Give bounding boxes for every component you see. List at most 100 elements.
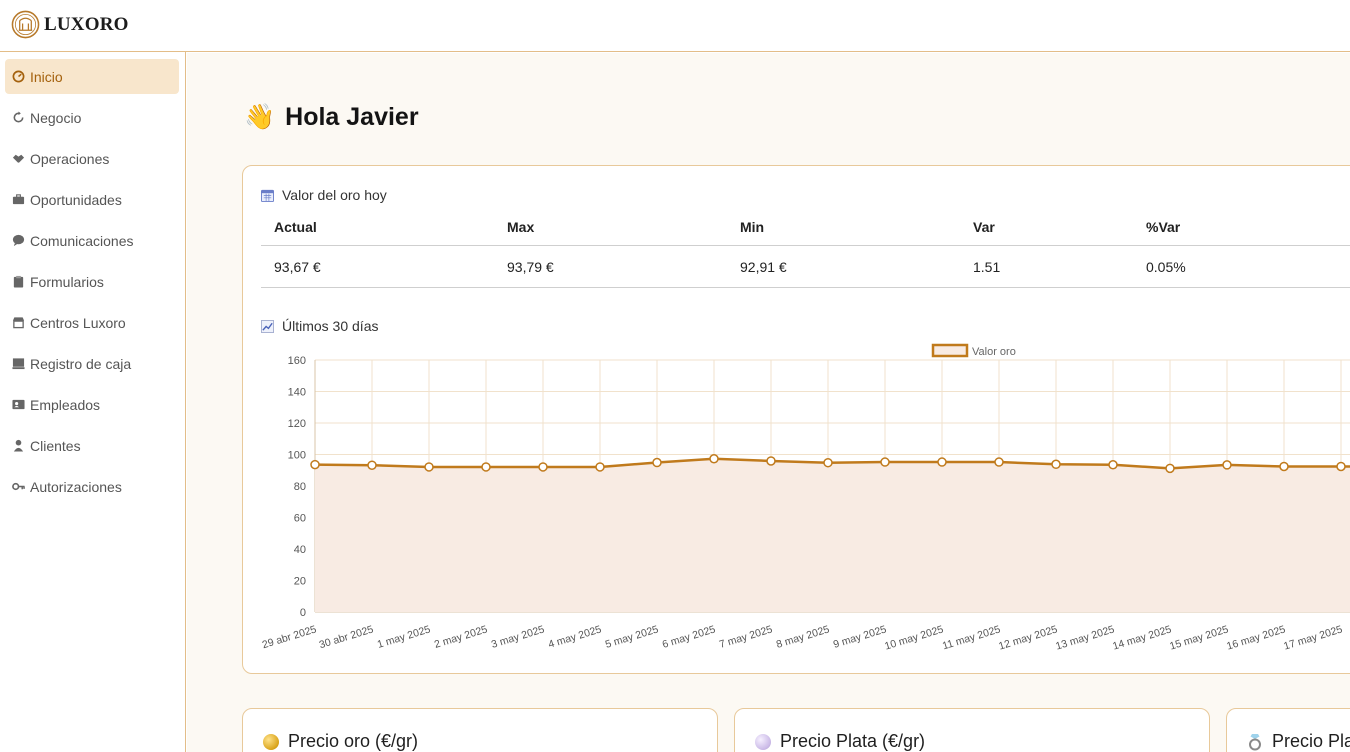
- gold-value-table: Actual Max Min Var %Var 93,67 € 93,79 € …: [261, 206, 1350, 288]
- sidebar: Inicio Negocio Operaciones Oportunidades…: [0, 52, 186, 752]
- x-tick-label: 12 may 2025: [997, 623, 1059, 652]
- cash-register-icon: [12, 358, 25, 370]
- x-tick-label: 15 may 2025: [1168, 623, 1230, 652]
- y-tick-label: 40: [294, 544, 306, 556]
- sidebar-item-registro-caja[interactable]: Registro de caja: [5, 346, 179, 381]
- column-header-var: Var: [973, 219, 995, 235]
- sidebar-item-label: Autorizaciones: [30, 478, 122, 495]
- key-icon: [12, 482, 25, 491]
- handshake-icon: [12, 154, 25, 163]
- cell-min: 92,91 €: [740, 259, 787, 275]
- series-area-fill: [315, 458, 1350, 612]
- gold-price-label: Precio oro (€/gr): [288, 731, 419, 751]
- sidebar-item-comunicaciones[interactable]: Comunicaciones: [5, 223, 179, 258]
- top-bar: LUXORO: [0, 0, 1350, 52]
- luxoro-logo-icon: [11, 10, 40, 39]
- x-tick-label: 4 may 2025: [547, 623, 603, 651]
- sidebar-item-clientes[interactable]: Clientes: [5, 428, 179, 463]
- sidebar-item-label: Operaciones: [30, 150, 110, 167]
- gold-price-chart: 0 20 40 60 80 100 120 140 160 29 abr 2025 30 abr 2…: [261, 343, 1350, 653]
- chart-section-header: Últimos 30 días: [261, 318, 378, 334]
- x-tick-label: 5 may 2025: [604, 623, 660, 651]
- data-point: [1108, 459, 1118, 470]
- main-content: 👋 Hola Javier Valor del oro hoy Actual M…: [187, 53, 1350, 752]
- y-tick-label: 60: [294, 513, 306, 525]
- user-icon: [13, 439, 24, 452]
- y-tick-label: 120: [288, 418, 306, 430]
- data-point: [595, 462, 605, 472]
- data-point: [709, 454, 719, 464]
- silver-price-title: Precio Plata (€/gr): [755, 731, 925, 752]
- sidebar-item-oportunidades[interactable]: Oportunidades: [5, 182, 179, 217]
- column-header-max: Max: [507, 219, 535, 235]
- gold-price-title: Precio oro (€/gr): [263, 731, 418, 752]
- sidebar-item-label: Negocio: [30, 109, 82, 126]
- gold-coin-icon: [263, 733, 279, 750]
- sidebar-item-formularios[interactable]: Formularios: [5, 264, 179, 299]
- silver-coin-icon: [755, 733, 771, 750]
- data-point: [1051, 459, 1061, 470]
- sidebar-item-label: Clientes: [30, 437, 81, 454]
- store-icon: [12, 317, 25, 329]
- gold-today-header: Valor del oro hoy: [261, 187, 387, 203]
- brand-logo[interactable]: LUXORO: [11, 10, 129, 39]
- sidebar-item-centros-luxoro[interactable]: Centros Luxoro: [5, 305, 179, 340]
- sidebar-item-label: Inicio: [30, 68, 63, 85]
- x-tick-label: 6 may 2025: [661, 623, 717, 651]
- x-tick-label: 29 abr 2025: [261, 623, 318, 651]
- id-card-icon: [12, 399, 25, 410]
- sidebar-item-empleados[interactable]: Empleados: [5, 387, 179, 422]
- x-tick-label: 2 may 2025: [433, 623, 489, 651]
- line-chart-icon: [261, 319, 274, 333]
- data-point: [994, 457, 1004, 467]
- platinum-price-card: Precio Pla: [1226, 708, 1350, 752]
- data-point: [1279, 461, 1289, 472]
- legend-label-valor-oro: Valor oro: [972, 346, 1016, 358]
- sidebar-item-operaciones[interactable]: Operaciones: [5, 141, 179, 176]
- dashboard-icon: [12, 70, 25, 83]
- sidebar-item-inicio[interactable]: Inicio: [5, 59, 179, 94]
- data-point: [766, 456, 776, 466]
- sidebar-item-label: Centros Luxoro: [30, 314, 126, 331]
- refresh-icon: [13, 111, 24, 123]
- x-tick-label: 9 may 2025: [832, 623, 888, 651]
- column-header-percent-var: %Var: [1146, 219, 1181, 235]
- sidebar-item-label: Empleados: [30, 396, 101, 413]
- cell-max: 93,79 €: [507, 259, 554, 275]
- x-tick-label: 1 may 2025: [376, 623, 432, 651]
- y-tick-label: 100: [288, 450, 306, 462]
- column-header-min: Min: [740, 219, 765, 235]
- x-tick-label: 10 may 2025: [883, 623, 945, 652]
- x-tick-label: 11 may 2025: [941, 623, 1002, 652]
- platinum-price-label: Precio Pla: [1272, 731, 1350, 751]
- sidebar-item-negocio[interactable]: Negocio: [5, 100, 179, 135]
- sidebar-item-autorizaciones[interactable]: Autorizaciones: [5, 469, 179, 504]
- data-point: [823, 457, 833, 468]
- y-tick-label: 160: [288, 355, 306, 367]
- table-row: 93,67 € 93,79 € 92,91 € 1.51 0.05%: [261, 246, 1350, 288]
- x-tick-label: 14 may 2025: [1111, 623, 1173, 652]
- clipboard-icon: [13, 275, 24, 288]
- table-header-row: Actual Max Min Var %Var: [261, 206, 1350, 246]
- chat-bubble-icon: [12, 234, 25, 247]
- sidebar-item-label: Comunicaciones: [30, 232, 134, 249]
- data-point: [1222, 460, 1232, 470]
- y-tick-label: 140: [288, 387, 306, 399]
- ring-icon: [1249, 733, 1261, 750]
- chart-section-title: Últimos 30 días: [282, 318, 379, 334]
- data-point: [481, 462, 491, 472]
- greeting: 👋 Hola Javier: [244, 103, 419, 132]
- platinum-price-title: Precio Pla: [1247, 731, 1350, 752]
- sidebar-item-label: Oportunidades: [30, 191, 122, 208]
- sidebar-item-label: Formularios: [30, 273, 104, 290]
- column-header-actual: Actual: [274, 219, 317, 235]
- data-point: [538, 462, 548, 472]
- data-point: [1165, 463, 1175, 474]
- x-tick-label: 3 may 2025: [490, 623, 546, 651]
- y-tick-label: 80: [294, 481, 306, 493]
- cell-percent-var: 0.05%: [1146, 259, 1186, 275]
- page-title: Hola Javier: [285, 103, 419, 131]
- data-point: [880, 457, 890, 467]
- data-point: [367, 460, 377, 470]
- waving-hand-icon: 👋: [244, 103, 276, 131]
